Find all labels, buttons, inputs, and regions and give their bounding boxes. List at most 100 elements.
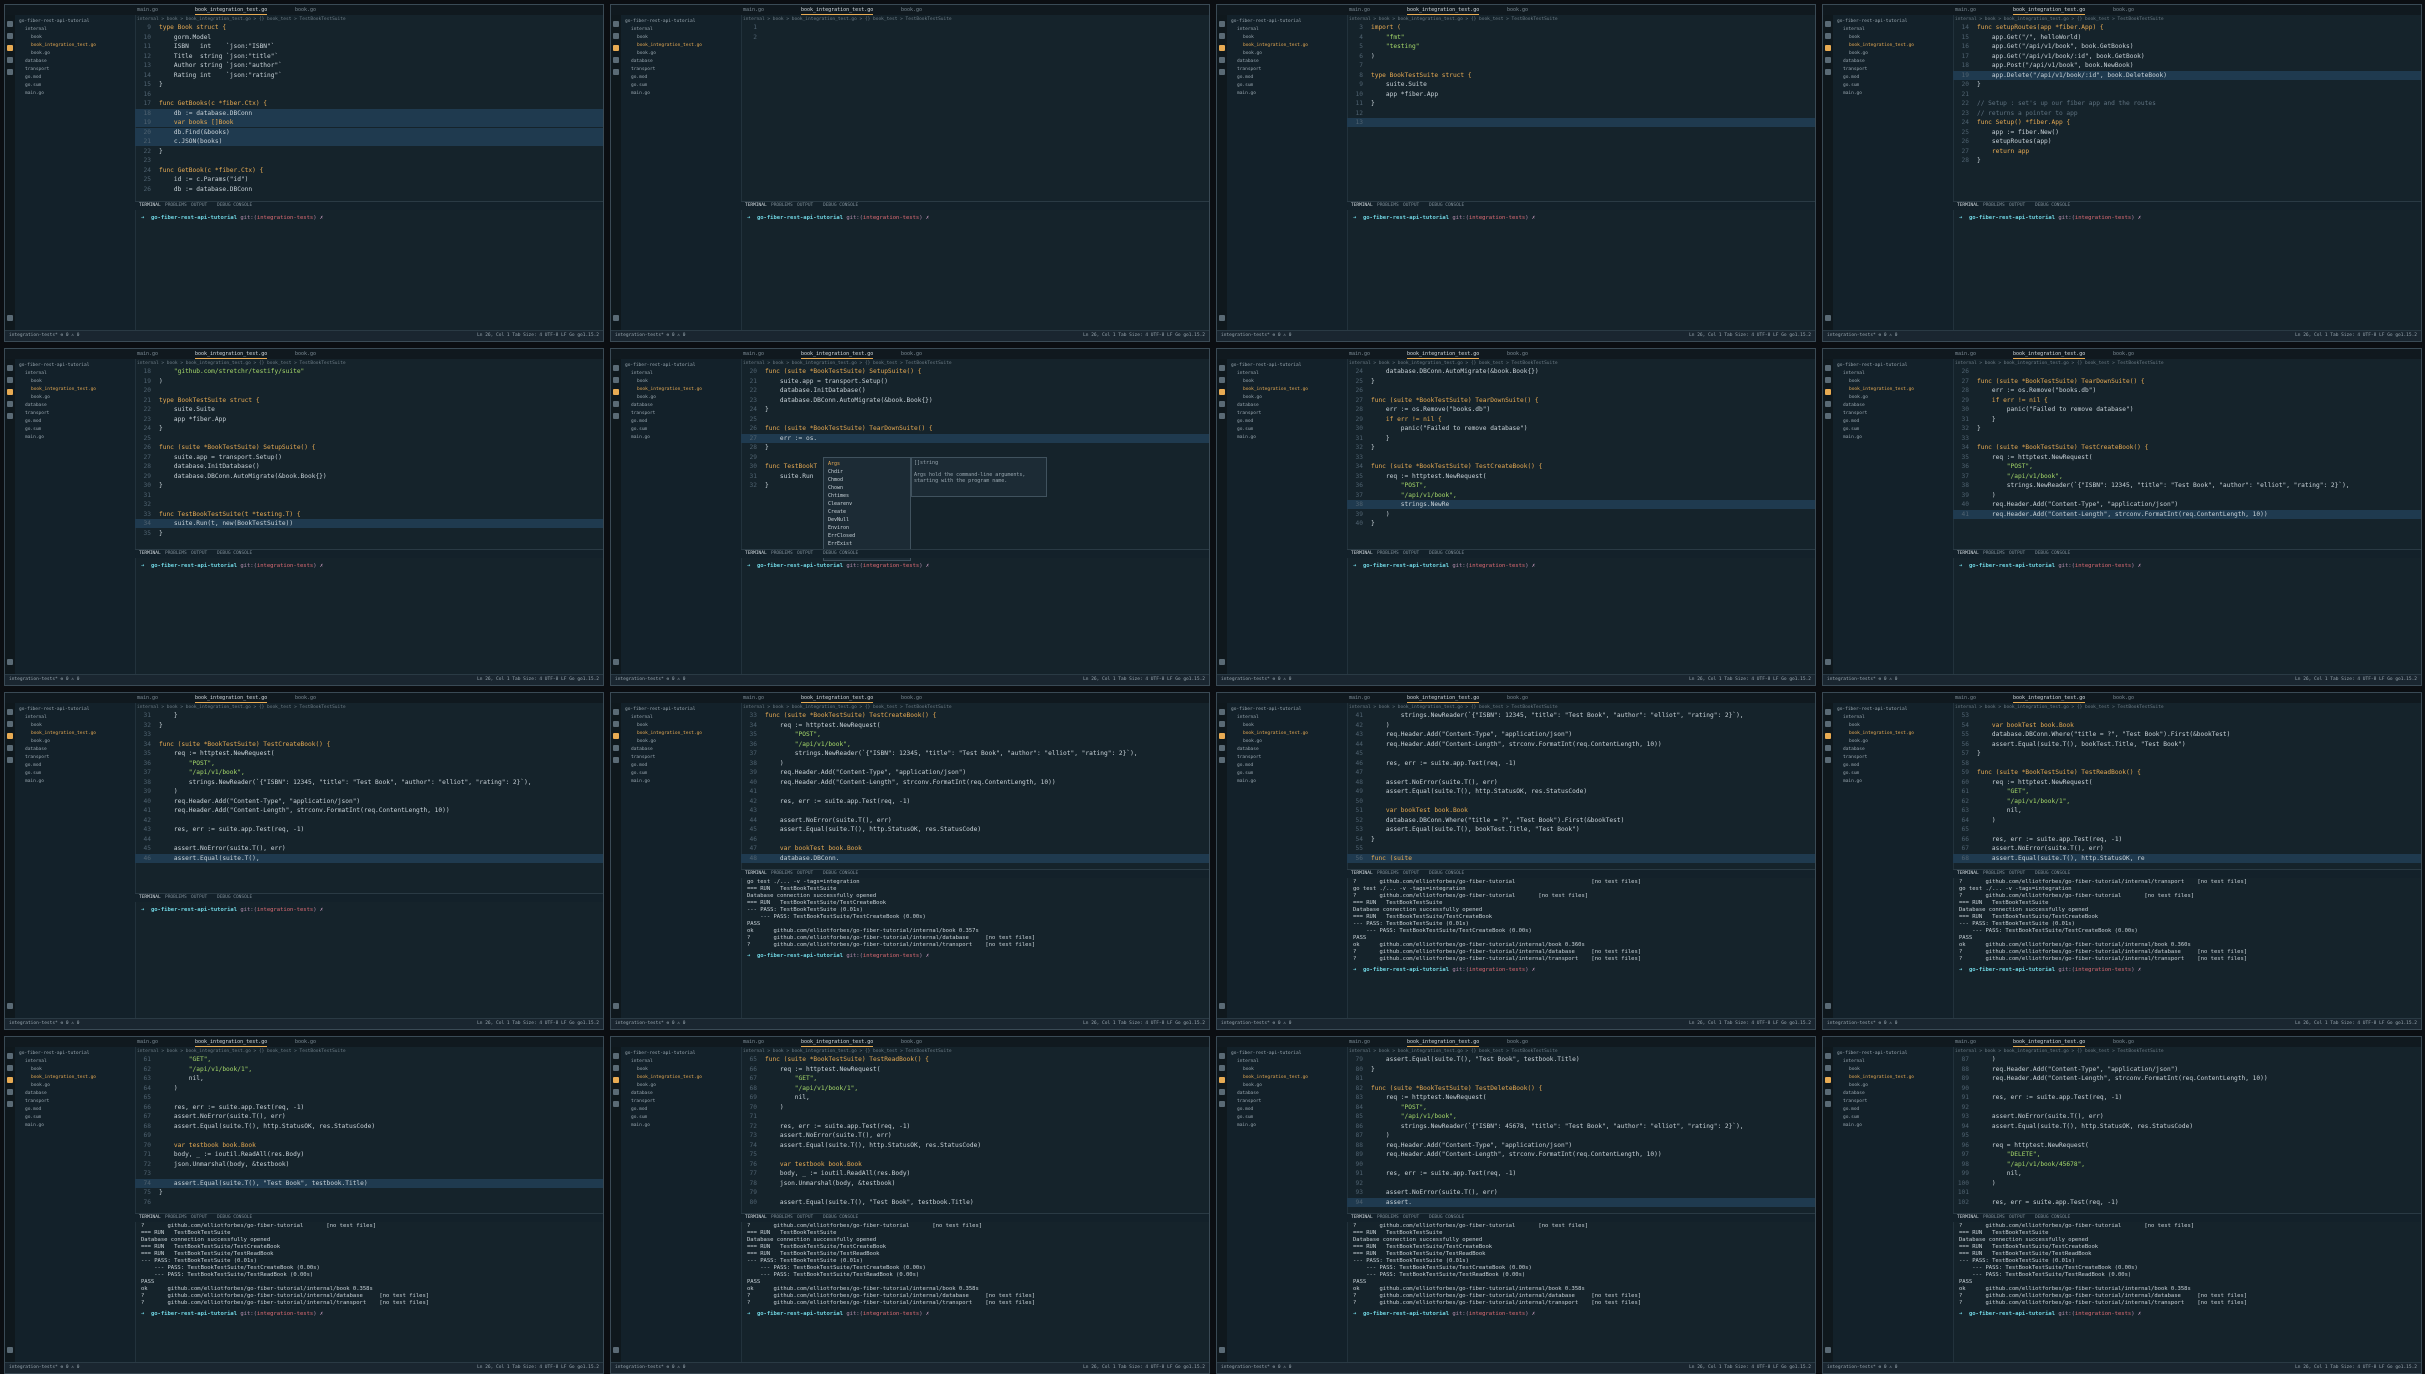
tab-1[interactable]: main.go — [743, 694, 764, 702]
sidebar-item[interactable]: book — [1243, 35, 1254, 40]
sidebar-item[interactable]: book — [1849, 35, 1860, 40]
panel-tab[interactable]: OUTPUT — [797, 1215, 813, 1220]
sidebar-item[interactable]: go.mod — [25, 75, 41, 80]
status-left[interactable]: integration-tests* ⊗ 0 ⚠ 0 — [1827, 333, 1897, 338]
sidebar-item[interactable]: internal — [631, 1059, 653, 1064]
panel-tab[interactable]: TERMINAL — [745, 1215, 767, 1220]
sidebar-item[interactable]: book — [31, 379, 42, 384]
sidebar-item[interactable]: go.mod — [631, 763, 647, 768]
sidebar-item[interactable]: main.go — [631, 779, 650, 784]
panel-tab[interactable]: PROBLEMS — [165, 203, 187, 208]
sidebar-item[interactable]: book — [1243, 723, 1254, 728]
sidebar-item[interactable]: go.mod — [1237, 419, 1253, 424]
sidebar-item[interactable]: book_integration_test.go — [1243, 43, 1308, 48]
extensions-icon[interactable] — [1825, 1101, 1831, 1107]
panel-tab[interactable]: DEBUG CONSOLE — [823, 871, 858, 876]
sidebar-item[interactable]: main.go — [25, 1123, 44, 1128]
sidebar-item[interactable]: internal — [1237, 1059, 1259, 1064]
sidebar-item[interactable]: book.go — [31, 395, 50, 400]
terminal[interactable]: ➜ go-fiber-rest-api-tutorial git:(integr… — [1347, 559, 1815, 675]
sidebar-item[interactable]: internal — [1237, 715, 1259, 720]
panel-tab[interactable]: OUTPUT — [1403, 871, 1419, 876]
panel-tab[interactable]: DEBUG CONSOLE — [1429, 551, 1464, 556]
debug-icon[interactable] — [1219, 745, 1225, 751]
explorer-icon[interactable] — [1825, 365, 1831, 371]
debug-icon[interactable] — [1219, 401, 1225, 407]
sidebar-item[interactable]: main.go — [1237, 779, 1256, 784]
sidebar-item[interactable]: transport — [1237, 755, 1261, 760]
sidebar-item[interactable]: go.sum — [631, 83, 647, 88]
sidebar-item[interactable]: main.go — [25, 779, 44, 784]
sidebar-item[interactable]: go-fiber-rest-api-tutorial — [625, 19, 695, 24]
tab-3[interactable]: book.go — [2113, 694, 2134, 702]
status-right[interactable]: Ln 26, Col 1 Tab Size: 4 UTF-8 LF Go go1… — [1689, 1021, 1811, 1026]
sidebar-item[interactable]: database — [1843, 747, 1865, 752]
sidebar-item[interactable]: go.sum — [631, 1115, 647, 1120]
extensions-icon[interactable] — [1825, 757, 1831, 763]
sidebar-item[interactable]: main.go — [25, 91, 44, 96]
extensions-icon[interactable] — [1219, 413, 1225, 419]
tab-1[interactable]: main.go — [137, 350, 158, 358]
terminal[interactable]: ? github.com/elliotforbes/go-fiber-tutor… — [1953, 1223, 2421, 1363]
debug-icon[interactable] — [1825, 745, 1831, 751]
sidebar-item[interactable]: go-fiber-rest-api-tutorial — [1231, 19, 1301, 24]
panel-tab[interactable]: PROBLEMS — [1983, 1215, 2005, 1220]
explorer-icon[interactable] — [1825, 21, 1831, 27]
status-left[interactable]: integration-tests* ⊗ 0 ⚠ 0 — [615, 1021, 685, 1026]
sidebar-item[interactable]: transport — [1237, 411, 1261, 416]
source-control-icon[interactable] — [1825, 733, 1831, 739]
sidebar-item[interactable]: go-fiber-rest-api-tutorial — [1231, 1051, 1301, 1056]
sidebar-item[interactable]: main.go — [631, 91, 650, 96]
sidebar-item[interactable]: book_integration_test.go — [31, 1075, 96, 1080]
panel-tab[interactable]: OUTPUT — [2009, 871, 2025, 876]
sidebar-item[interactable]: transport — [25, 755, 49, 760]
sidebar-item[interactable]: book — [637, 35, 648, 40]
sidebar-item[interactable]: book.go — [637, 1083, 656, 1088]
explorer-icon[interactable] — [1219, 709, 1225, 715]
source-control-icon[interactable] — [7, 389, 13, 395]
terminal[interactable]: ➜ go-fiber-rest-api-tutorial git:(integr… — [741, 211, 1209, 331]
sidebar-item[interactable]: go.sum — [1237, 427, 1253, 432]
panel-tab[interactable]: DEBUG CONSOLE — [217, 895, 252, 900]
source-control-icon[interactable] — [1825, 45, 1831, 51]
sidebar-item[interactable]: internal — [25, 715, 47, 720]
search-icon[interactable] — [1825, 1065, 1831, 1071]
terminal[interactable]: ? github.com/elliotforbes/go-fiber-tutor… — [1347, 1223, 1815, 1363]
status-left[interactable]: integration-tests* ⊗ 0 ⚠ 0 — [1221, 1365, 1291, 1370]
sidebar-item[interactable]: go-fiber-rest-api-tutorial — [1231, 707, 1301, 712]
sidebar-item[interactable]: go.mod — [631, 419, 647, 424]
sidebar-item[interactable]: go-fiber-rest-api-tutorial — [1231, 363, 1301, 368]
search-icon[interactable] — [1825, 33, 1831, 39]
sidebar-item[interactable]: book_integration_test.go — [31, 731, 96, 736]
source-control-icon[interactable] — [1219, 45, 1225, 51]
terminal[interactable]: ➜ go-fiber-rest-api-tutorial git:(integr… — [1953, 211, 2421, 331]
debug-icon[interactable] — [7, 401, 13, 407]
terminal[interactable]: ➜ go-fiber-rest-api-tutorial git:(integr… — [741, 559, 1209, 675]
status-right[interactable]: Ln 26, Col 1 Tab Size: 4 UTF-8 LF Go go1… — [477, 1365, 599, 1370]
suggestion-item[interactable]: Chmod — [828, 477, 843, 483]
sidebar-item[interactable]: main.go — [1843, 91, 1862, 96]
gear-icon[interactable] — [1825, 315, 1831, 321]
sidebar-item[interactable]: main.go — [1237, 91, 1256, 96]
sidebar-item[interactable]: database — [1843, 1091, 1865, 1096]
panel-tab[interactable]: DEBUG CONSOLE — [217, 203, 252, 208]
sidebar-item[interactable]: book_integration_test.go — [637, 43, 702, 48]
extensions-icon[interactable] — [1825, 69, 1831, 75]
status-right[interactable]: Ln 26, Col 1 Tab Size: 4 UTF-8 LF Go go1… — [1689, 677, 1811, 682]
tab-1[interactable]: main.go — [1349, 350, 1370, 358]
search-icon[interactable] — [1219, 377, 1225, 383]
panel-tab[interactable]: PROBLEMS — [1377, 551, 1399, 556]
debug-icon[interactable] — [1219, 57, 1225, 63]
gear-icon[interactable] — [613, 1347, 619, 1353]
sidebar-item[interactable]: book_integration_test.go — [1849, 1075, 1914, 1080]
sidebar-item[interactable]: go.mod — [1843, 763, 1859, 768]
sidebar-item[interactable]: go.sum — [631, 427, 647, 432]
explorer-icon[interactable] — [7, 21, 13, 27]
panel-tab[interactable]: PROBLEMS — [1377, 1215, 1399, 1220]
sidebar-item[interactable]: database — [25, 747, 47, 752]
status-left[interactable]: integration-tests* ⊗ 0 ⚠ 0 — [9, 333, 79, 338]
status-right[interactable]: Ln 26, Col 1 Tab Size: 4 UTF-8 LF Go go1… — [1689, 333, 1811, 338]
sidebar-item[interactable]: transport — [1843, 411, 1867, 416]
debug-icon[interactable] — [1825, 1089, 1831, 1095]
panel-tab[interactable]: OUTPUT — [191, 203, 207, 208]
